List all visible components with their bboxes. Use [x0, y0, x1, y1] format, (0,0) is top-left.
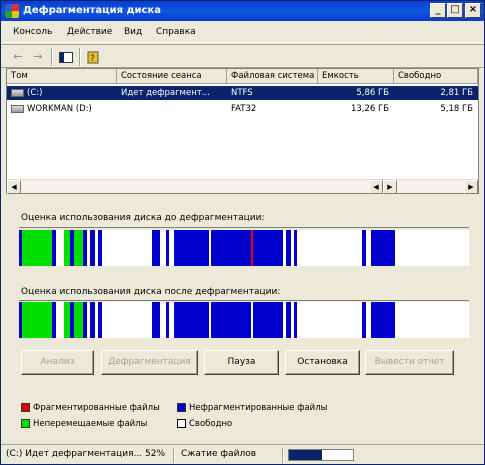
- status-separator: [173, 448, 175, 463]
- volume-capacity: 5,86 ГБ: [356, 88, 389, 98]
- column-file-system[interactable]: Файловая система: [227, 69, 318, 84]
- progress-bar: [288, 449, 354, 461]
- scroll-right-icon[interactable]: ▶: [464, 180, 478, 194]
- legend-free: Свободно: [177, 419, 232, 429]
- show-hide-console-tree-icon[interactable]: [57, 49, 75, 65]
- column-session-status[interactable]: Состояние сеанса: [117, 69, 227, 84]
- disk-cluster-block: [297, 302, 362, 338]
- disk-cluster-block: [297, 230, 362, 266]
- disk-cluster-block: [174, 302, 209, 338]
- legend-contiguous: Нефрагментированные файлы: [177, 403, 327, 413]
- menu-bar: Консоль Действие Вид Справка: [1, 21, 484, 43]
- legend-contiguous-label: Нефрагментированные файлы: [189, 403, 328, 413]
- menu-console[interactable]: Консоль: [13, 27, 52, 37]
- disk-cluster-block: [102, 230, 152, 266]
- column-volume[interactable]: Том: [7, 69, 117, 84]
- disk-cluster-block: [211, 302, 251, 338]
- window-title: Дефрагментация диска: [23, 5, 162, 16]
- back-icon[interactable]: ←: [9, 49, 27, 65]
- disk-map-after: [19, 302, 469, 338]
- hard-drive-icon: [11, 105, 24, 113]
- defrag-window: Дефрагментация диска _ □ × Консоль Дейст…: [0, 0, 485, 465]
- contiguous-swatch: [177, 403, 186, 412]
- status-action: Сжатие файлов: [181, 449, 257, 459]
- disk-cluster-block: [102, 302, 152, 338]
- svg-text:?: ?: [90, 54, 95, 64]
- pause-button[interactable]: Пауза: [204, 350, 279, 375]
- legend-unmovable-label: Неперемещаемые файлы: [33, 419, 148, 429]
- after-divider: [19, 300, 469, 301]
- toolbar-separator: [51, 48, 53, 66]
- disk-cluster-block: [371, 230, 395, 266]
- volume-name: WORKMAN (D:): [27, 104, 92, 114]
- defragment-button[interactable]: Дефрагментация: [101, 350, 198, 375]
- scroll-left-icon[interactable]: ◀: [7, 180, 21, 194]
- view-report-button[interactable]: Вывести отчет: [365, 350, 454, 375]
- hard-drive-icon: [11, 89, 24, 97]
- disk-cluster-block: [152, 302, 160, 338]
- volume-file-system: FAT32: [231, 104, 257, 114]
- legend-fragmented-label: Фрагментированные файлы: [33, 403, 160, 413]
- disk-cluster-block: [74, 302, 83, 338]
- title-bar[interactable]: Дефрагментация диска _ □ ×: [1, 1, 484, 21]
- volume-list[interactable]: Том Состояние сеанса Файловая система Ем…: [6, 68, 479, 194]
- after-defrag-label: Оценка использования диска после дефрагм…: [21, 287, 281, 297]
- disk-cluster-block: [253, 302, 283, 338]
- status-separator: [282, 448, 284, 463]
- maximize-icon[interactable]: □: [447, 3, 463, 18]
- console-tree-icon: [59, 52, 73, 63]
- disk-cluster-block: [56, 230, 64, 266]
- free-space-swatch: [177, 419, 186, 428]
- legend-free-label: Свободно: [189, 419, 233, 429]
- volume-free: 2,81 ГБ: [440, 88, 473, 98]
- status-bar: (C:) Идет дефрагментация... 52% Сжатие ф…: [1, 444, 484, 464]
- column-capacity[interactable]: Емкость: [318, 69, 394, 84]
- stop-button[interactable]: Остановка: [285, 350, 360, 375]
- help-icon[interactable]: ?: [85, 49, 103, 65]
- disk-cluster-block: [56, 302, 64, 338]
- volume-file-system: NTFS: [231, 88, 253, 98]
- disk-cluster-block: [211, 230, 251, 266]
- unmovable-swatch: [21, 419, 30, 428]
- forward-icon[interactable]: →: [29, 49, 47, 65]
- disk-cluster-block: [74, 230, 83, 266]
- menu-view[interactable]: Вид: [124, 27, 142, 37]
- scroll-right-icon[interactable]: ▶: [383, 180, 397, 194]
- disk-cluster-block: [152, 230, 160, 266]
- help-book-icon: ?: [87, 51, 99, 64]
- scroll-left-icon[interactable]: ◀: [369, 180, 383, 194]
- volume-free: 5,18 ГБ: [440, 104, 473, 114]
- volume-status: Идет дефрагмент...: [121, 88, 210, 98]
- menu-action[interactable]: Действие: [67, 27, 112, 37]
- toolbar-separator: [79, 48, 81, 66]
- disk-cluster-block: [253, 230, 283, 266]
- menu-help[interactable]: Справка: [156, 27, 196, 37]
- horizontal-scrollbar[interactable]: ◀ ◀ ▶ ▶: [7, 179, 478, 194]
- before-defrag-label: Оценка использования диска до дефрагмент…: [21, 213, 265, 223]
- legend-fragmented: Фрагментированные файлы: [21, 403, 160, 413]
- toolbar: ← → ?: [1, 44, 484, 68]
- disk-cluster-block: [174, 230, 209, 266]
- disk-cluster-block: [22, 302, 52, 338]
- fragmented-swatch: [21, 403, 30, 412]
- app-icon: [5, 4, 19, 18]
- volume-row-c[interactable]: (C:) Идет дефрагмент... NTFS 5,86 ГБ 2,8…: [7, 86, 478, 100]
- progress-fill: [289, 450, 323, 460]
- disk-cluster-block: [371, 302, 395, 338]
- status-text: (C:) Идет дефрагментация... 52%: [6, 449, 166, 459]
- volume-row-d[interactable]: WORKMAN (D:) FAT32 13,26 ГБ 5,18 ГБ: [7, 102, 478, 116]
- analyze-button[interactable]: Анализ: [21, 350, 94, 375]
- disk-map-before: [19, 230, 469, 266]
- close-icon[interactable]: ×: [465, 3, 481, 18]
- legend-unmovable: Неперемещаемые файлы: [21, 419, 147, 429]
- disk-cluster-block: [22, 230, 52, 266]
- before-divider: [19, 227, 469, 228]
- minimize-icon[interactable]: _: [430, 3, 446, 18]
- column-free[interactable]: Свободно: [394, 69, 478, 84]
- volume-name: (C:): [27, 88, 43, 98]
- volume-list-header: Том Состояние сеанса Файловая система Ем…: [7, 69, 478, 84]
- volume-capacity: 13,26 ГБ: [350, 104, 389, 114]
